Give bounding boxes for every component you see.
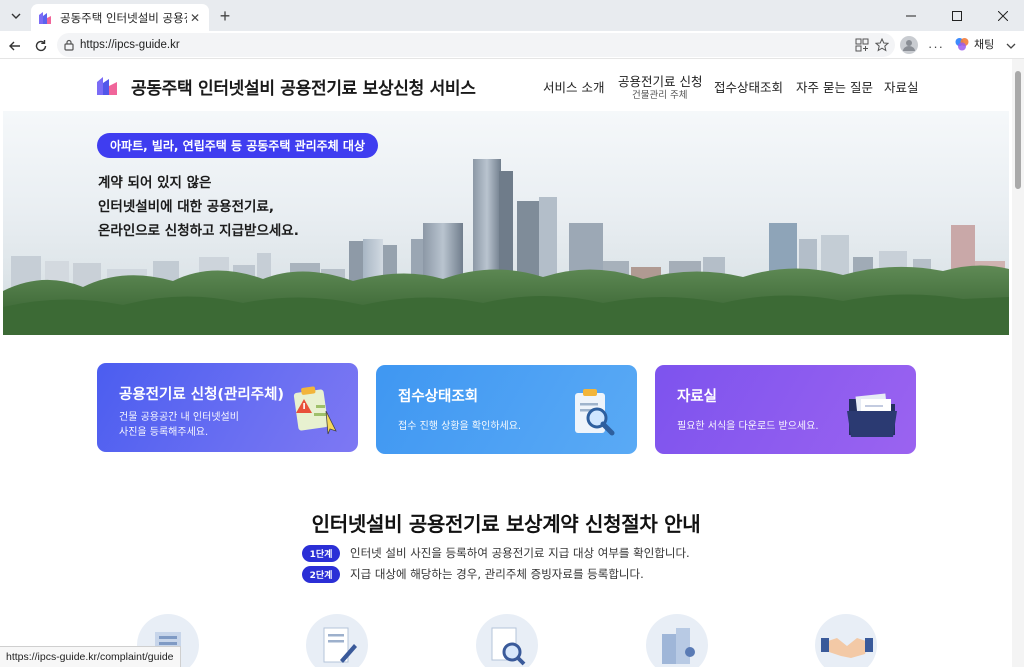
chevron-down-icon — [11, 13, 20, 19]
page-viewport: 공동주택 인터넷설비 공용전기료 보상신청 서비스 서비스 소개 공용전기료 신… — [0, 59, 1012, 667]
browser-tab[interactable]: 공동주택 인터넷설비 공용전기료 보 ✕ — [31, 4, 209, 31]
reload-icon — [35, 40, 47, 52]
browser-toolbar: https://ipcs-guide.kr ··· 채팅 — [0, 31, 1024, 59]
reader-apps-icon[interactable] — [855, 38, 869, 52]
document-search-icon — [491, 627, 526, 666]
step-text: 인터넷 설비 사진을 등록하여 공용전기료 지급 대상 여부를 확인합니다. — [350, 546, 690, 560]
site-title[interactable]: 공동주택 인터넷설비 공용전기료 보상신청 서비스 — [131, 74, 476, 99]
close-window-button[interactable] — [980, 0, 1024, 31]
sidebar-toggle-button[interactable] — [1000, 35, 1022, 57]
hero-text-line-1: 계약 되어 있지 않은 — [98, 175, 212, 191]
status-check-card-title: 접수상태조회 — [398, 389, 479, 405]
avatar — [900, 36, 918, 54]
archive-card-title: 자료실 — [677, 389, 718, 405]
status-check-card-desc: 접수 진행 상황을 확인하세요. — [398, 421, 522, 432]
step-icon-document — [306, 614, 368, 667]
hero-target-badge: 아파트, 빌라, 연립주택 등 공동주택 관리주체 대상 — [97, 133, 378, 158]
minimize-button[interactable] — [888, 0, 934, 31]
address-bar[interactable]: https://ipcs-guide.kr — [57, 33, 895, 57]
step-badge: 2단계 — [302, 565, 340, 583]
apply-card-desc-2: 사진을 등록해주세요. — [119, 427, 209, 438]
hero-banner: 아파트, 빌라, 연립주택 등 공동주택 관리주체 대상 계약 되어 있지 않은… — [3, 111, 1009, 335]
status-check-card[interactable]: 접수상태조회 접수 진행 상황을 확인하세요. — [376, 365, 637, 454]
process-title: 인터넷설비 공용전기료 보상계약 신청절차 안내 — [311, 512, 701, 536]
chevron-down-icon — [1006, 43, 1016, 49]
more-icon: ··· — [928, 38, 944, 54]
nav-faq[interactable]: 자주 묻는 질문 — [796, 77, 873, 96]
tab-title: 공동주택 인터넷설비 공용전기료 보 — [60, 10, 187, 25]
site-header: 공동주택 인터넷설비 공용전기료 보상신청 서비스 서비스 소개 공용전기료 신… — [0, 59, 1012, 111]
hero-text-line-3: 온라인으로 신청하고 지급받으세요. — [98, 223, 299, 239]
clipboard-warning-icon — [293, 386, 337, 435]
nav-service-intro[interactable]: 서비스 소개 — [543, 77, 604, 96]
arrow-left-icon — [9, 41, 20, 51]
copilot-label: 채팅 — [974, 38, 995, 51]
step-badge: 1단계 — [302, 544, 340, 562]
tab-strip: 공동주택 인터넷설비 공용전기료 보 ✕ + — [0, 0, 1024, 31]
step-icon-building — [646, 614, 708, 667]
back-button[interactable] — [4, 35, 26, 57]
page-scrollbar[interactable] — [1012, 59, 1024, 667]
apply-card[interactable]: 공용전기료 신청(관리주체) 건물 공용공간 내 인터넷설비 사진을 등록해주세… — [97, 363, 358, 452]
building-user-icon — [662, 628, 695, 664]
clipboard-magnifier-icon — [575, 389, 615, 436]
maximize-button[interactable] — [934, 0, 980, 31]
more-menu-button[interactable]: ··· — [925, 35, 947, 57]
link-status-url: https://ipcs-guide.kr/complaint/guide — [0, 646, 181, 667]
nav-archive[interactable]: 자료실 — [884, 77, 919, 96]
step-icon-review — [476, 614, 538, 667]
site-logo-icon[interactable] — [96, 74, 118, 96]
document-pen-icon — [323, 627, 357, 663]
folder-icon — [847, 393, 897, 437]
apply-card-desc-1: 건물 공용공간 내 인터넷설비 — [119, 412, 239, 423]
apply-card-title: 공용전기료 신청(관리주체) — [119, 387, 285, 403]
hero-text-line-2: 인터넷설비에 대한 공용전기료, — [98, 199, 274, 215]
step-icon-handshake — [815, 614, 877, 667]
nav-apply-sub[interactable]: 건물관리 주체 — [632, 87, 687, 101]
process-step-2: 2단계 지급 대상에 해당하는 경우, 관리주체 증빙자료를 등록합니다. — [302, 565, 644, 583]
reload-button[interactable] — [30, 35, 52, 57]
close-tab-icon[interactable]: ✕ — [187, 10, 203, 26]
maximize-icon — [952, 10, 962, 21]
copilot-icon — [955, 38, 969, 51]
copilot-button[interactable]: 채팅 — [954, 36, 994, 52]
lock-icon[interactable] — [63, 39, 75, 51]
browser-window: 공동주택 인터넷설비 공용전기료 보 ✕ + https://ipcs-guid… — [0, 0, 1024, 667]
profile-button[interactable] — [898, 34, 920, 56]
new-tab-button[interactable]: + — [215, 6, 235, 26]
archive-card-desc: 필요한 서식을 다운로드 받으세요. — [677, 421, 819, 432]
nav-status-check[interactable]: 접수상태조회 — [714, 77, 783, 96]
url-text: https://ipcs-guide.kr — [80, 39, 180, 51]
favorite-star-icon[interactable] — [875, 38, 889, 52]
tab-actions-menu-button[interactable] — [5, 5, 26, 26]
step-text: 지급 대상에 해당하는 경우, 관리주체 증빙자료를 등록합니다. — [350, 567, 644, 581]
archive-card[interactable]: 자료실 필요한 서식을 다운로드 받으세요. — [655, 365, 916, 454]
scrollbar-thumb[interactable] — [1015, 71, 1021, 189]
close-icon — [998, 10, 1008, 21]
process-step-1: 1단계 인터넷 설비 사진을 등록하여 공용전기료 지급 대상 여부를 확인합니… — [302, 544, 690, 562]
minimize-icon — [906, 15, 916, 16]
site-favicon-icon — [39, 11, 51, 24]
handshake-icon — [821, 638, 873, 658]
